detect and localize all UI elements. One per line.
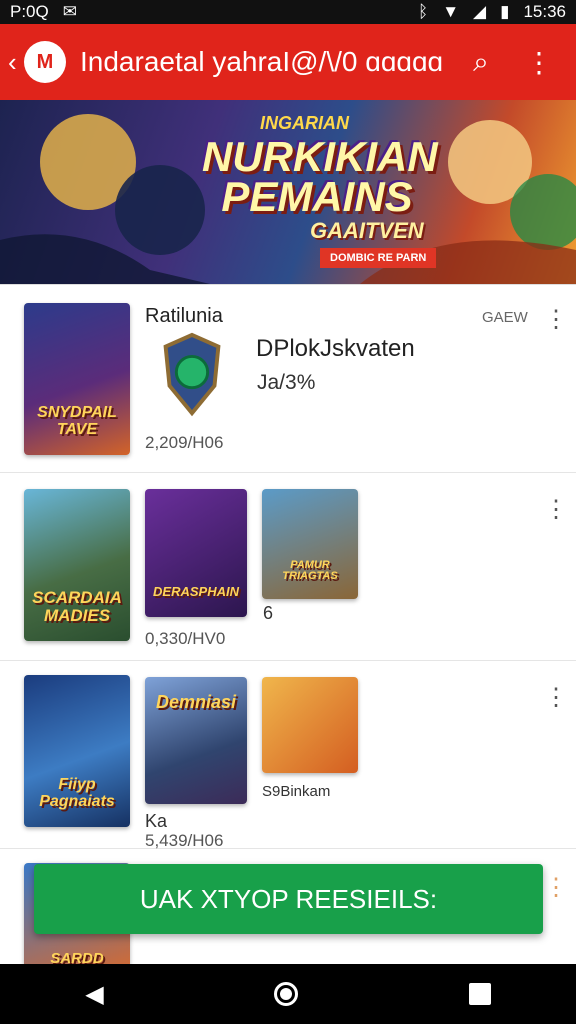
game-card-caption: Demniasi	[155, 692, 237, 712]
download-count: 2,209/H06	[145, 433, 224, 452]
game-card-caption: SNYDPAIL TAVE	[37, 404, 117, 439]
game-card-7[interactable]	[262, 677, 358, 773]
row-overflow-icon[interactable]: ⋮	[544, 305, 568, 335]
row-overflow-icon[interactable]: ⋮	[544, 683, 568, 713]
row-overflow-icon[interactable]: ⋮	[544, 495, 568, 525]
game-card-1[interactable]: SNYDPAIL TAVE	[24, 303, 130, 455]
list-row-2[interactable]: SCARDAIA MADIES DERASPHAIN PAMUR TRIAGTA…	[0, 473, 576, 661]
wifi-icon: ▼	[442, 2, 460, 21]
app-name: DPlokJskvaten	[256, 335, 415, 362]
nav-home-icon[interactable]	[274, 982, 299, 1006]
game-card-3[interactable]: DERASPHAIN	[145, 489, 247, 617]
download-count: 5,439/H06	[145, 831, 224, 850]
search-icon[interactable]: ⌕	[452, 33, 510, 91]
game-card-caption: PAMUR TRIAGTAS	[282, 558, 338, 583]
back-icon[interactable]: ‹	[8, 47, 24, 78]
mail-icon: ✉	[62, 2, 77, 21]
system-nav-bar: ◀	[0, 964, 576, 1024]
game-card-2[interactable]: SCARDAIA MADIES	[24, 489, 130, 641]
row-badge: GAEW	[482, 309, 528, 326]
banner-subtitle: GAAITVEN	[310, 218, 424, 243]
list-row-3[interactable]: Fiiyp Pagnaiats Demniasi ⋮ S9Binkam Ka 5…	[0, 661, 576, 850]
nav-recents-icon[interactable]	[468, 983, 491, 1005]
status-time-left: P:0Q	[10, 2, 49, 21]
banner-tag: DOMBIC RE PARN	[320, 248, 437, 268]
game-name: S9Binkam	[262, 783, 331, 800]
row-title: Ratilunia	[145, 305, 223, 327]
app-bar: ‹ M Indaraetal yahraI@/\/0 ɑɑɑɑɑ ⌕ ⋮	[0, 24, 576, 100]
game-card-5[interactable]: Fiiyp Pagnaiats	[24, 675, 130, 827]
battery-icon: ▮	[500, 2, 510, 21]
game-card-4[interactable]: PAMUR TRIAGTAS	[262, 489, 358, 599]
app-logo-icon: M	[24, 41, 66, 83]
snackbar-action-button[interactable]: UAK XTYOP REESIEILS:	[34, 864, 543, 934]
game-card-caption: DERASPHAIN	[153, 584, 239, 600]
content-list: SNYDPAIL TAVE Ratilunia GAEW ⋮ DPlokJskv…	[0, 284, 576, 964]
banner-kicker: INGARIAN	[260, 113, 349, 133]
download-count: 0,330/HV0	[145, 629, 226, 648]
row-overflow-icon[interactable]: ⋮	[544, 873, 568, 903]
game-card-6[interactable]: Demniasi	[145, 677, 247, 804]
nav-back-icon[interactable]: ◀	[85, 980, 103, 1009]
game-card-caption: Fiiyp Pagnaiats	[39, 776, 115, 811]
status-time-right: 15:36	[523, 2, 566, 21]
game-card-caption: SARDD	[50, 950, 104, 964]
game-card-caption: SCARDAIA MADIES	[32, 588, 122, 626]
row-count: 6	[263, 603, 274, 623]
promo-banner[interactable]: INGARIAN NURKIKIAN PEMAINS GAAITVEN DOMB…	[0, 100, 576, 284]
banner-title: NURKIKIAN PEMAINS	[202, 133, 438, 220]
list-row-1[interactable]: SNYDPAIL TAVE Ratilunia GAEW ⋮ DPlokJskv…	[0, 285, 576, 473]
rating-label: Ja/3%	[257, 371, 316, 394]
status-bar: P:0Q ✉ ᛒ ▼ ◢ ▮ 15:36	[0, 0, 576, 24]
more-vert-icon[interactable]: ⋮	[510, 33, 568, 91]
bluetooth-icon: ᛒ	[417, 2, 429, 21]
app-title: Indaraetal yahraI@/\/0 ɑɑɑɑɑ	[80, 46, 444, 77]
signal-icon: ◢	[473, 2, 487, 21]
shield-emblem-icon	[163, 332, 221, 417]
row-label: Ka	[145, 811, 168, 831]
